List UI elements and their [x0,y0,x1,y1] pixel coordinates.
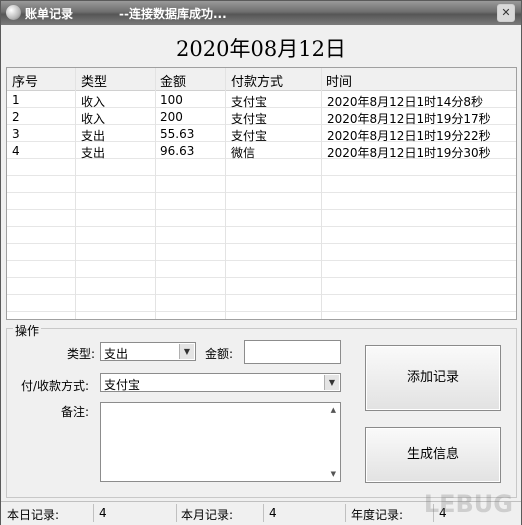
column-header-type[interactable]: 类型 [81,71,107,90]
type-label: 类型: [67,347,96,361]
cell-amount: 55.63 [160,127,195,141]
month-records-label: 本月记录: [181,508,234,522]
status-divider [93,504,94,522]
scroll-down-icon[interactable]: ▼ [331,470,336,478]
column-header-payment[interactable]: 付款方式 [231,71,283,90]
chevron-down-icon[interactable]: ▼ [324,375,339,390]
cell-index: 4 [12,144,20,158]
column-header-time[interactable]: 时间 [326,71,352,90]
date-heading: 2020年08月12日 [176,37,346,61]
records-table[interactable]: 序号 类型 金额 付款方式 时间 1 收入 100 支付宝 2020年8月12日… [6,67,517,320]
connection-status: --连接数据库成功... [119,7,227,21]
scroll-up-icon[interactable]: ▲ [331,406,336,414]
title-bar: 账单记录 --连接数据库成功... ✕ [1,1,521,25]
operation-group-label: 操作 [13,322,42,339]
month-records-count: 4 [269,506,277,520]
status-divider [345,504,346,522]
close-button[interactable]: ✕ [497,4,515,22]
watermark-logo: LEBUG [423,490,513,518]
app-icon [6,5,21,20]
app-window: 账单记录 --连接数据库成功... ✕ 2020年08月12日 序号 类型 金额… [0,0,522,525]
cell-time: 2020年8月12日1时19分30秒 [327,146,491,160]
cell-payment: 支付宝 [231,95,268,109]
status-divider [176,504,177,522]
column-header-amount[interactable]: 金额 [160,71,186,90]
today-records-label: 本日记录: [7,508,60,522]
cell-type: 收入 [81,95,106,109]
cell-type: 收入 [81,112,106,126]
cell-index: 2 [12,110,20,124]
year-records-label: 年度记录: [351,508,404,522]
cell-index: 3 [12,127,20,141]
generate-info-button[interactable]: 生成信息 [365,427,501,483]
cell-type: 支出 [81,146,106,160]
chevron-down-icon[interactable]: ▼ [179,344,194,359]
cell-type: 支出 [81,129,106,143]
type-select[interactable]: 支出 ▼ [100,342,196,361]
table-row[interactable]: 1 收入 100 支付宝 2020年8月12日1时14分8秒 [7,92,516,109]
cell-time: 2020年8月12日1时19分17秒 [327,112,491,126]
table-row[interactable]: 2 收入 200 支付宝 2020年8月12日1时19分17秒 [7,109,516,126]
cell-payment: 微信 [231,146,256,160]
cell-payment: 支付宝 [231,112,268,126]
amount-label: 金额: [205,347,234,361]
table-row[interactable]: 3 支出 55.63 支付宝 2020年8月12日1时19分22秒 [7,126,516,143]
status-divider [263,504,264,522]
note-label: 备注: [61,405,90,419]
payment-method-select[interactable]: 支付宝 ▼ [100,373,341,392]
cell-time: 2020年8月12日1时14分8秒 [327,95,483,109]
cell-amount: 200 [160,110,183,124]
cell-amount: 96.63 [160,144,195,158]
table-row[interactable]: 4 支出 96.63 微信 2020年8月12日1时19分30秒 [7,143,516,160]
cell-time: 2020年8月12日1时19分22秒 [327,129,491,143]
cell-index: 1 [12,93,20,107]
cell-payment: 支付宝 [231,129,268,143]
column-header-index[interactable]: 序号 [12,71,38,90]
cell-amount: 100 [160,93,183,107]
payment-method-value: 支付宝 [104,378,141,392]
table-header: 序号 类型 金额 付款方式 时间 [7,68,516,91]
payment-method-label: 付/收款方式: [21,379,90,393]
window-title: 账单记录 [25,7,74,21]
amount-input[interactable] [244,340,341,364]
add-record-button[interactable]: 添加记录 [365,345,501,411]
note-textarea[interactable]: ▲ ▼ [100,402,341,482]
type-select-value: 支出 [104,347,129,361]
today-records-count: 4 [99,506,107,520]
